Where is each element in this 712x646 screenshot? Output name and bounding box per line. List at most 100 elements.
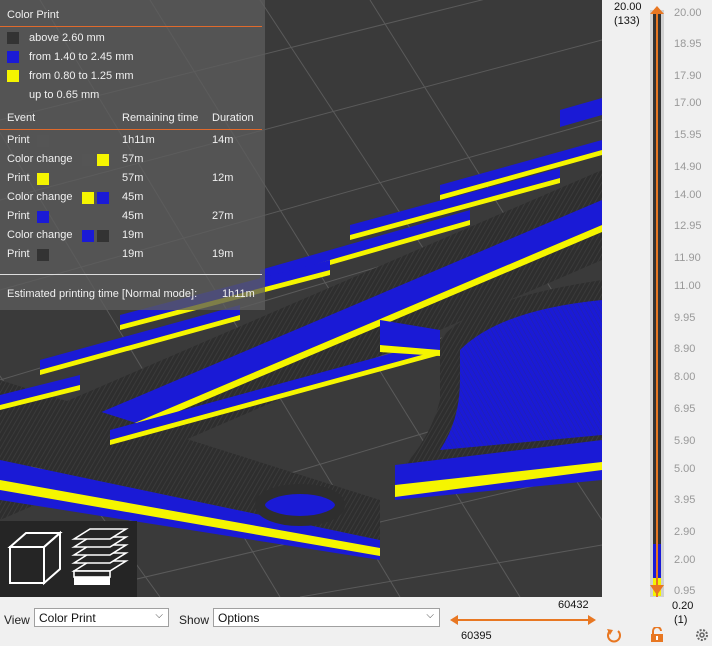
layer-slider[interactable]: 20.00 (133) 20.00 18.95 17.90 17.00 15.9… (602, 0, 712, 597)
show-options-select[interactable]: Options ⌵ (213, 608, 440, 627)
chevron-down-icon: ⌵ (426, 610, 434, 621)
legend-title: Color Print (7, 9, 59, 21)
legend-item: from 0.80 to 1.25 mm (7, 68, 134, 84)
event-name: Color change (7, 229, 73, 241)
tick-label: 0.95 (674, 585, 696, 597)
event-row: Print 19m 19m (7, 247, 265, 263)
tick-label: 17.90 (674, 70, 702, 82)
legend-item: up to 0.65 mm (7, 87, 99, 103)
tick-label: 3.95 (674, 494, 696, 506)
tick-label: 11.90 (674, 252, 701, 264)
legend-item: above 2.60 mm (7, 30, 105, 46)
header-event: Event (7, 112, 36, 124)
show-options-value: Options (218, 611, 260, 625)
tick-label: 11.00 (674, 280, 701, 292)
legend-item-label: above 2.60 mm (29, 32, 105, 44)
color-print-legend: Color Print above 2.60 mm from 1.40 to 2… (0, 0, 265, 310)
estimate-label: Estimated printing time [Normal mode]: (7, 288, 198, 300)
tick-label: 17.00 (674, 97, 702, 109)
event-row: Color change 45m (7, 190, 265, 206)
lower-height-value: 0.20 (672, 600, 694, 612)
view-label: View (4, 613, 30, 627)
tick-label: 2.00 (674, 554, 696, 566)
color-swatch (37, 135, 49, 147)
events-header: Event Remaining time Duration (7, 111, 265, 127)
event-remaining: 45m (122, 191, 144, 203)
tick-label: 5.00 (674, 463, 696, 475)
tick-label: 12.95 (674, 220, 702, 232)
lower-thumb-icon[interactable] (642, 583, 672, 597)
chevron-down-icon: ⌵ (155, 610, 163, 621)
event-name: Print (7, 210, 30, 222)
tick-label: 14.00 (674, 189, 702, 201)
event-row: Print 1h11m 14m (7, 133, 265, 149)
upper-height-value: 20.00 (614, 1, 642, 13)
hslider-lower-value: 60395 (461, 630, 492, 642)
lower-layer-number: (1) (674, 614, 688, 626)
iso-view-icon[interactable] (2, 525, 66, 591)
left-thumb-icon (450, 615, 458, 625)
event-row: Print 57m 12m (7, 171, 265, 187)
tick-label: 18.95 (674, 38, 702, 50)
right-thumb-icon (588, 615, 596, 625)
color-swatch (7, 89, 19, 101)
show-label: Show (179, 613, 210, 627)
event-remaining: 19m (122, 229, 144, 241)
event-row: Color change 57m (7, 152, 265, 168)
event-name: Print (7, 248, 30, 260)
view-type-select[interactable]: Color Print ⌵ (34, 608, 169, 627)
event-name: Color change (7, 191, 73, 203)
3d-preview-viewport[interactable]: Color Print above 2.60 mm from 1.40 to 2… (0, 0, 602, 597)
tick-label: 15.95 (674, 129, 702, 141)
tick-label: 8.90 (674, 343, 696, 355)
event-duration: 19m (212, 248, 234, 260)
event-remaining: 57m (122, 153, 144, 165)
color-swatch (37, 211, 49, 223)
tick-label: 5.90 (674, 435, 696, 447)
legend-divider (0, 26, 262, 27)
color-swatch (82, 192, 94, 204)
tick-label: 14.90 (674, 161, 702, 173)
undo-arrow-icon[interactable] (606, 627, 622, 643)
move-slider[interactable] (448, 613, 598, 627)
layer-slider-track[interactable] (642, 0, 672, 597)
tick-label: 9.95 (674, 312, 696, 324)
estimate-value: 1h11m (222, 288, 255, 300)
event-row: Print 45m 27m (7, 209, 265, 225)
event-duration: 14m (212, 134, 234, 146)
color-swatch (7, 70, 19, 82)
event-name: Color change (7, 153, 73, 165)
view-type-value: Color Print (39, 611, 96, 625)
tick-label: 6.95 (674, 403, 696, 415)
legend-item: from 1.40 to 2.45 mm (7, 49, 134, 65)
tick-label: 2.90 (674, 526, 696, 538)
layers-view-icon[interactable] (68, 525, 132, 591)
color-swatch (97, 192, 109, 204)
legend-item-label: up to 0.65 mm (29, 89, 100, 101)
color-swatch (97, 154, 109, 166)
estimated-time: Estimated printing time [Normal mode]: 1… (7, 288, 262, 300)
event-remaining: 1h11m (122, 134, 155, 146)
legend-item-label: from 0.80 to 1.25 mm (29, 70, 134, 82)
tick-label: 8.00 (674, 371, 696, 383)
color-swatch (37, 173, 49, 185)
gear-icon[interactable] (694, 627, 710, 643)
event-name: Print (7, 172, 30, 184)
event-duration: 27m (212, 210, 234, 222)
hslider-upper-value: 60432 (558, 599, 589, 611)
event-duration: 12m (212, 172, 234, 184)
color-swatch (7, 32, 19, 44)
color-swatch (82, 230, 94, 242)
tick-label: 20.00 (674, 7, 702, 19)
estimate-divider (0, 274, 262, 275)
event-row: Color change 19m (7, 228, 265, 244)
event-remaining: 45m (122, 210, 144, 222)
upper-layer-number: (133) (614, 15, 640, 27)
lock-icon[interactable] (649, 627, 665, 643)
legend-item-label: from 1.40 to 2.45 mm (29, 51, 134, 63)
event-remaining: 19m (122, 248, 144, 260)
header-remaining: Remaining time (122, 112, 199, 124)
header-duration: Duration (212, 112, 254, 124)
bottom-toolbar: 0.20 (1) View Color Print ⌵ Show Options… (0, 597, 712, 646)
color-swatch (82, 154, 94, 166)
